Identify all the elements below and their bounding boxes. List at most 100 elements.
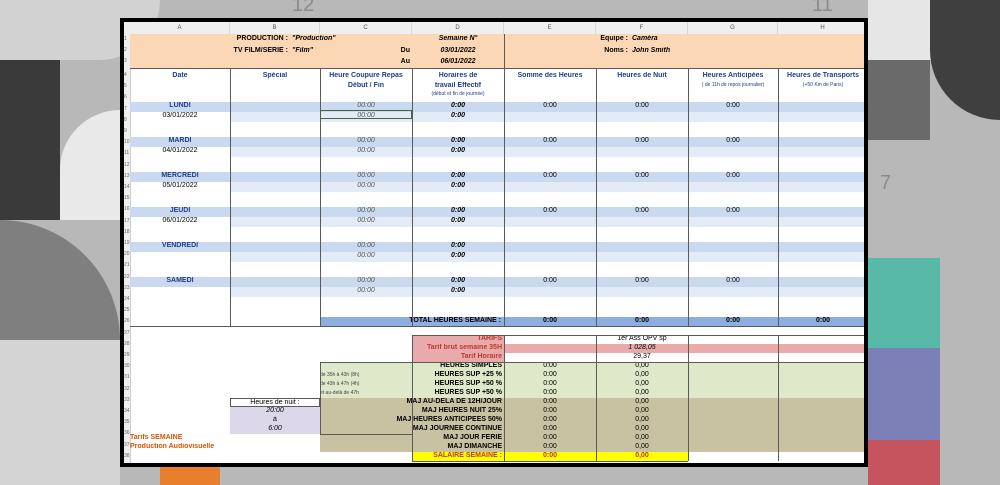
- noms-value[interactable]: John Smith: [632, 47, 732, 57]
- production-value[interactable]: "Production": [292, 35, 392, 45]
- coupure-start[interactable]: 00:00: [320, 277, 412, 287]
- horaire-end[interactable]: 0:00: [412, 287, 504, 297]
- horaire-end[interactable]: 0:00: [412, 252, 504, 262]
- footer-tarifs: Tarifs SEMAINE: [130, 434, 183, 441]
- pay-line-hours: 0:00: [543, 443, 557, 450]
- selected-cell[interactable]: [320, 110, 412, 119]
- horaire-start[interactable]: 0:00: [412, 242, 504, 252]
- bg-number: 7: [880, 172, 892, 194]
- horaire-end[interactable]: 0:00: [412, 147, 504, 157]
- col-special: Spécial: [262, 72, 288, 79]
- bg-shape: [868, 440, 940, 485]
- grid-line: [596, 335, 597, 461]
- pay-line-amount: 0,00: [635, 389, 649, 396]
- horaire-start[interactable]: 0:00: [412, 277, 504, 287]
- bg-shape: [60, 110, 120, 220]
- pay-line-hours: 0:00: [543, 380, 557, 387]
- somme-value: 0:00: [543, 137, 557, 144]
- horaire-start[interactable]: 0:00: [412, 137, 504, 147]
- day-date[interactable]: 04/01/2022: [130, 147, 230, 157]
- horaire-start[interactable]: 0:00: [412, 172, 504, 182]
- col-header-d[interactable]: D: [412, 22, 504, 34]
- nuit-value: 0:00: [635, 137, 649, 144]
- tarifs-role[interactable]: 1er Ass OPV sp: [596, 335, 688, 344]
- horaire-start[interactable]: 0:00: [412, 102, 504, 112]
- col-header-a[interactable]: A: [130, 22, 230, 34]
- day-date[interactable]: [130, 287, 230, 297]
- du-label: Du: [400, 47, 410, 54]
- grid-line: [688, 335, 689, 461]
- bg-shape: [930, 0, 1000, 120]
- nuit-value: 0:00: [635, 277, 649, 284]
- pay-line-hours: 0:00: [543, 371, 557, 378]
- pay-line-amount: 0,00: [635, 434, 649, 441]
- sheet-grid: PRODUCTION : "Production" TV FILM/SERIE …: [130, 34, 864, 463]
- grid-line: [412, 335, 864, 336]
- coupure-end[interactable]: 00:00: [320, 182, 412, 192]
- tarif-brut-label: Tarif brut semaine 35H: [412, 344, 504, 353]
- au-value[interactable]: 06/01/2022: [412, 58, 504, 68]
- col-header-b[interactable]: B: [230, 22, 320, 34]
- somme-value: 0:00: [543, 277, 557, 284]
- pay-line-hours: 0:00: [543, 398, 557, 405]
- anticipees-value: 0:00: [726, 207, 740, 214]
- noms-label: Noms :: [604, 47, 628, 54]
- day-date[interactable]: [130, 252, 230, 262]
- bg-shape: [868, 348, 940, 440]
- horaire-start[interactable]: 0:00: [412, 207, 504, 217]
- grid-line: [778, 335, 779, 461]
- nuit-value: 0:00: [635, 172, 649, 179]
- day-name: MERCREDI: [161, 172, 199, 179]
- pay-line-hours: 0:00: [543, 434, 557, 441]
- horaire-end[interactable]: 0:00: [412, 182, 504, 192]
- day-date[interactable]: 06/01/2022: [130, 217, 230, 227]
- coupure-end[interactable]: 00:00: [320, 287, 412, 297]
- coupure-start[interactable]: 00:00: [320, 137, 412, 147]
- col-header-g[interactable]: G: [688, 22, 778, 34]
- day-name: SAMEDI: [166, 277, 194, 284]
- somme-value: [504, 242, 596, 252]
- coupure-start[interactable]: 00:00: [320, 207, 412, 217]
- col-header-h[interactable]: H: [778, 22, 864, 34]
- coupure-end[interactable]: 00:00: [320, 217, 412, 227]
- grid-line: [504, 335, 505, 461]
- grid-line: [130, 326, 864, 327]
- coupure-start[interactable]: 00:00: [320, 242, 412, 252]
- pay-line-hours: 0:00: [543, 362, 557, 369]
- horaire-end[interactable]: 0:00: [412, 112, 504, 122]
- coupure-end[interactable]: 00:00: [320, 252, 412, 262]
- tarif-brut-value[interactable]: 1 028,05: [596, 344, 688, 353]
- footer-production: Production Audiovisuelle: [130, 443, 215, 450]
- grid-line: [412, 335, 413, 461]
- day-date[interactable]: 03/01/2022: [130, 112, 230, 122]
- bg-shape: [868, 60, 930, 140]
- pay-line-amount: 0,00: [635, 371, 649, 378]
- horaire-end[interactable]: 0:00: [412, 217, 504, 227]
- col-nuit: Heures de Nuit: [617, 72, 667, 79]
- equipe-label: Equipe :: [600, 35, 628, 42]
- col-coupure: Heure Coupure Repas: [329, 72, 403, 79]
- day-name: MARDI: [168, 137, 192, 144]
- coupure-start[interactable]: 00:00: [320, 172, 412, 182]
- nuit-end[interactable]: 6:00: [230, 425, 320, 434]
- col-header-f[interactable]: F: [596, 22, 688, 34]
- col-header-c[interactable]: C: [320, 22, 412, 34]
- grid-line: [130, 68, 864, 69]
- col-header-e[interactable]: E: [504, 22, 596, 34]
- pay-line-amount: 0,00: [635, 398, 649, 405]
- day-date[interactable]: 05/01/2022: [130, 182, 230, 192]
- nuit-value: [596, 242, 688, 252]
- semaine-label: Semaine N°: [438, 35, 478, 42]
- pay-line-amount: 0,00: [635, 416, 649, 423]
- coupure-end[interactable]: 00:00: [320, 147, 412, 157]
- col-somme: Somme des Heures: [517, 72, 583, 79]
- nuit-start[interactable]: 20:00: [230, 407, 320, 416]
- film-label: TV FILM/SERIE :: [233, 47, 288, 54]
- bg-number: 11: [812, 0, 833, 16]
- du-value[interactable]: 03/01/2022: [412, 47, 504, 57]
- equipe-value[interactable]: Caméra: [632, 35, 732, 45]
- col-horaires: Horaires de: [438, 72, 478, 79]
- tarif-horaire-value: 29,37: [633, 353, 651, 360]
- nuit-value: 0:00: [635, 207, 649, 214]
- grid-line: [320, 362, 321, 434]
